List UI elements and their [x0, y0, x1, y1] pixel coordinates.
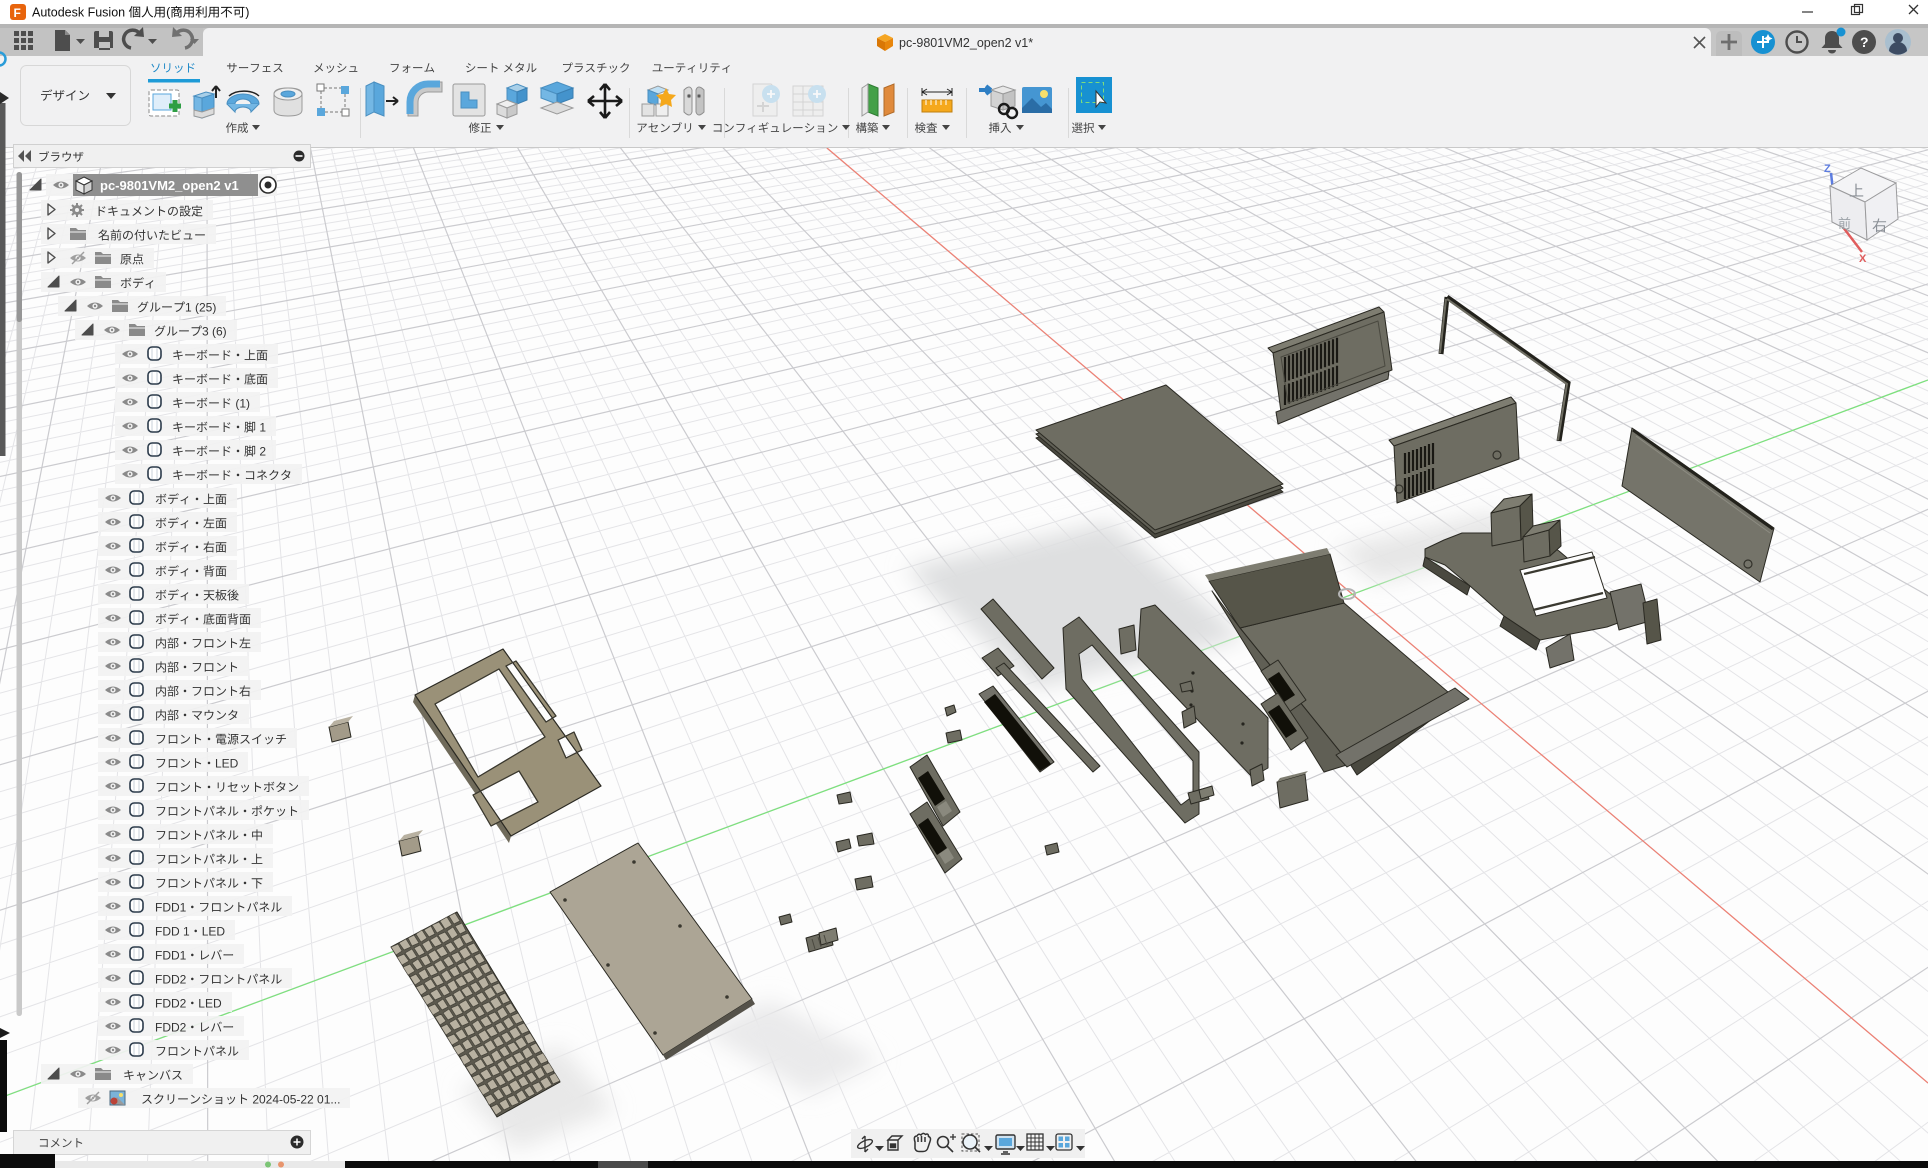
- svg-text:2: 2: [256, 445, 266, 459]
- svg-text:X: X: [1859, 253, 1867, 265]
- svg-text:3 (6): 3 (6): [202, 325, 227, 339]
- svg-text:Z: Z: [1824, 163, 1831, 175]
- svg-text:pc-9801VM2_open2 v1*: pc-9801VM2_open2 v1*: [899, 36, 1033, 50]
- svg-text:FDD2: FDD2: [155, 997, 187, 1011]
- svg-text:2024-05-22 01...: 2024-05-22 01...: [249, 1093, 340, 1107]
- svg-text:FDD1: FDD1: [155, 901, 187, 915]
- svg-text:): ): [245, 6, 249, 20]
- svg-text:LED: LED: [202, 925, 226, 939]
- svg-text:LED: LED: [198, 997, 222, 1011]
- svg-text:Autodesk Fusion: Autodesk Fusion: [32, 6, 129, 20]
- svg-text:FDD2: FDD2: [155, 973, 187, 987]
- svg-text:pc-9801VM2_open2 v1: pc-9801VM2_open2 v1: [100, 178, 239, 193]
- svg-text:?: ?: [1860, 34, 1869, 50]
- svg-text:1 (25): 1 (25): [185, 301, 216, 315]
- svg-text:FDD2: FDD2: [155, 1021, 187, 1035]
- svg-text:FDD 1: FDD 1: [155, 925, 190, 939]
- svg-text:FDD1: FDD1: [155, 949, 187, 963]
- svg-text:(1): (1): [232, 397, 250, 411]
- svg-text:LED: LED: [215, 757, 239, 771]
- svg-text:F: F: [14, 6, 21, 20]
- svg-text:1: 1: [256, 421, 266, 435]
